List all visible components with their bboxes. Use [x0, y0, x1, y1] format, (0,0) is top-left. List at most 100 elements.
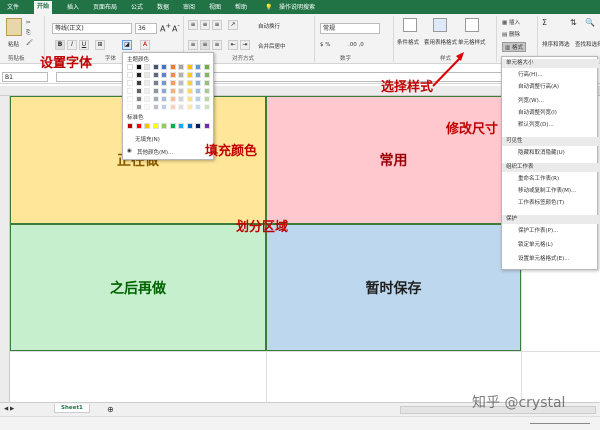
align-center-icon[interactable]: ≡	[200, 40, 210, 50]
color-swatch[interactable]	[203, 64, 210, 70]
color-swatch[interactable]	[169, 64, 176, 70]
conditional-format-button[interactable]: 条件格式	[397, 38, 419, 46]
decimal-icon[interactable]: .00 ,0	[348, 42, 364, 48]
font-size-select[interactable]: 36	[135, 23, 157, 34]
color-swatch[interactable]	[135, 64, 142, 70]
color-swatch[interactable]	[144, 80, 150, 86]
color-swatch[interactable]	[203, 80, 210, 86]
color-swatch[interactable]	[195, 64, 201, 70]
color-swatch[interactable]	[135, 88, 142, 94]
align-middle-icon[interactable]: ≡	[200, 20, 210, 30]
color-swatch[interactable]	[152, 104, 159, 110]
number-format-select[interactable]: 常规	[320, 23, 380, 34]
delete-cells-button[interactable]: ▤ 删除	[502, 30, 520, 38]
underline-icon[interactable]: U	[79, 40, 89, 50]
orientation-icon[interactable]: ↗	[228, 20, 238, 30]
color-swatch[interactable]	[178, 104, 184, 110]
find-select-icon[interactable]: 🔍	[585, 18, 595, 27]
standard-color-swatch[interactable]	[203, 123, 210, 129]
font-color-icon[interactable]: A	[140, 40, 150, 50]
color-swatch[interactable]	[169, 80, 176, 86]
tab-formulas[interactable]: 公式	[128, 2, 146, 14]
color-swatch[interactable]	[169, 104, 176, 110]
currency-icon[interactable]: $ %	[320, 42, 330, 48]
color-swatch[interactable]	[144, 64, 150, 70]
color-swatch[interactable]	[152, 64, 159, 70]
menu-row-height[interactable]: 行高(H)...	[518, 71, 543, 80]
color-swatch[interactable]	[195, 72, 201, 78]
cell-bottom-left[interactable]: 之后再做	[10, 224, 266, 351]
autosum-icon[interactable]: Σ	[542, 18, 547, 27]
fill-color-icon[interactable]: ◪	[122, 40, 132, 50]
color-swatch[interactable]	[169, 88, 176, 94]
color-swatch[interactable]	[135, 96, 142, 102]
add-sheet-icon[interactable]: ⊕	[107, 405, 114, 414]
color-swatch[interactable]	[195, 96, 201, 102]
standard-color-swatch[interactable]	[161, 123, 167, 129]
font-name-select[interactable]: 等线(正文)	[52, 23, 132, 34]
decrease-indent-icon[interactable]: ⇤	[228, 40, 238, 50]
color-swatch[interactable]	[195, 80, 201, 86]
menu-tab-color[interactable]: 工作表标签颜色(T)	[518, 199, 564, 208]
tell-me-search[interactable]: 操作说明搜索	[276, 2, 318, 14]
sort-filter-icon[interactable]: ⇅	[570, 18, 577, 27]
increase-indent-icon[interactable]: ⇥	[240, 40, 250, 50]
shrink-font-icon[interactable]: A-	[172, 22, 180, 34]
more-colors-option[interactable]: 其他颜色(M)...	[137, 148, 173, 156]
color-swatch[interactable]	[186, 96, 193, 102]
cell-styles-button[interactable]: 单元格样式	[458, 38, 486, 46]
cell-top-right[interactable]: 常用	[266, 96, 521, 224]
align-top-icon[interactable]: ≡	[188, 20, 198, 30]
grow-font-icon[interactable]: A+	[160, 22, 171, 34]
color-swatch[interactable]	[144, 88, 150, 94]
name-box[interactable]: B1	[2, 72, 48, 82]
standard-color-swatch[interactable]	[152, 123, 159, 129]
cell-styles-icon[interactable]	[465, 18, 479, 32]
color-swatch[interactable]	[144, 104, 150, 110]
color-swatch[interactable]	[135, 104, 142, 110]
format-cells-button[interactable]: ▥ 格式	[502, 42, 526, 52]
color-swatch[interactable]	[152, 88, 159, 94]
color-swatch[interactable]	[195, 104, 201, 110]
tab-home[interactable]: 开始	[34, 1, 53, 14]
merge-center-button[interactable]: 合并后居中	[258, 42, 286, 50]
standard-color-swatch[interactable]	[195, 123, 201, 129]
color-swatch[interactable]	[178, 96, 184, 102]
tab-insert[interactable]: 插入	[64, 2, 82, 14]
menu-autofit-row[interactable]: 自动调整行高(A)	[518, 83, 559, 92]
color-swatch[interactable]	[127, 88, 133, 94]
menu-rename-sheet[interactable]: 重命名工作表(R)	[518, 175, 559, 184]
color-swatch[interactable]	[161, 96, 167, 102]
menu-lock-cell[interactable]: 锁定单元格(L)	[518, 241, 553, 250]
color-swatch[interactable]	[178, 88, 184, 94]
color-swatch[interactable]	[161, 104, 167, 110]
table-format-icon[interactable]	[433, 18, 447, 32]
standard-color-swatch[interactable]	[135, 123, 142, 129]
color-swatch[interactable]	[161, 88, 167, 94]
color-swatch[interactable]	[178, 72, 184, 78]
tab-help[interactable]: 帮助	[232, 2, 250, 14]
cell-bottom-right[interactable]: 暂时保存	[266, 224, 521, 351]
color-swatch[interactable]	[161, 80, 167, 86]
no-fill-option[interactable]: 无填充(N)	[135, 135, 160, 143]
sheet-nav-icon[interactable]: ◀ ▶	[4, 406, 14, 412]
sheet-tab-sheet1[interactable]: Sheet1	[54, 404, 90, 413]
color-swatch[interactable]	[144, 96, 150, 102]
standard-color-swatch[interactable]	[127, 123, 133, 129]
color-swatch[interactable]	[186, 80, 193, 86]
color-swatch[interactable]	[127, 96, 133, 102]
tab-file[interactable]: 文件	[4, 2, 22, 14]
color-swatch[interactable]	[186, 64, 193, 70]
menu-format-cells[interactable]: 设置单元格格式(E)...	[518, 255, 570, 264]
color-swatch[interactable]	[135, 80, 142, 86]
paste-button[interactable]: 粘贴	[8, 40, 19, 48]
standard-color-swatch[interactable]	[144, 123, 150, 129]
color-swatch[interactable]	[186, 104, 193, 110]
color-swatch[interactable]	[127, 104, 133, 110]
find-select-button[interactable]: 查找和选择	[575, 40, 600, 48]
format-painter-icon[interactable]: 🖌	[26, 40, 33, 46]
color-swatch[interactable]	[186, 72, 193, 78]
color-swatch[interactable]	[144, 72, 150, 78]
paste-icon[interactable]	[6, 18, 22, 36]
color-swatch[interactable]	[178, 64, 184, 70]
